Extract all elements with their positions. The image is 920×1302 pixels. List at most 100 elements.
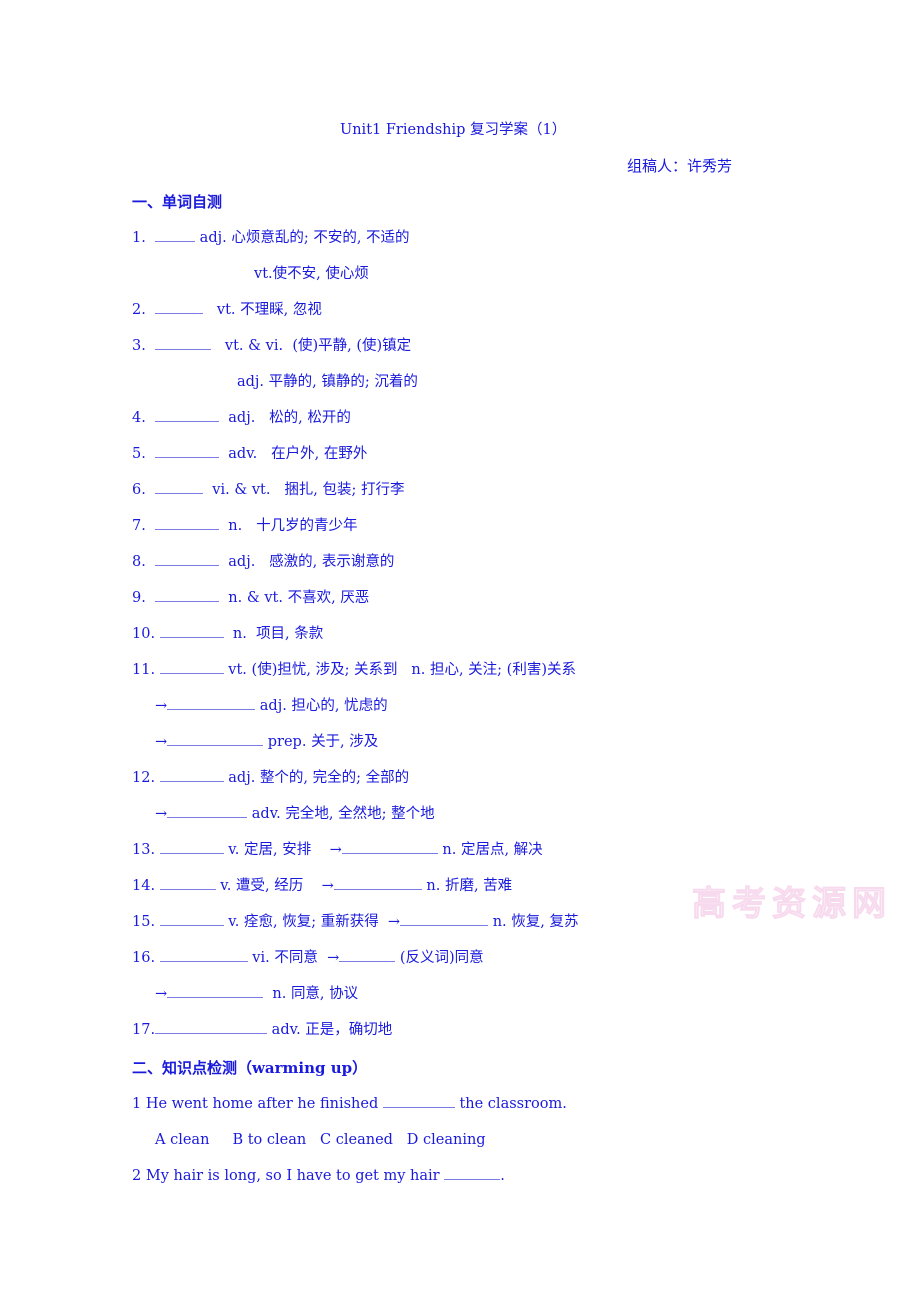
author-line: 组稿人：许秀芳 [627, 157, 733, 175]
answer-blank[interactable] [155, 444, 220, 458]
part-of-speech: v. [228, 914, 240, 930]
answer-blank[interactable] [400, 912, 489, 926]
answer-blank[interactable] [167, 804, 248, 818]
answer-blank[interactable] [155, 300, 204, 314]
answer-blank[interactable] [159, 876, 216, 890]
part-of-speech: adj. [228, 770, 256, 786]
vocab-item-11-derived-1: → adj. 担心的, 忧虑的 [155, 696, 388, 716]
answer-blank[interactable] [155, 228, 196, 242]
answer-blank[interactable] [341, 840, 438, 854]
option-b[interactable]: B to clean [232, 1132, 306, 1148]
meaning: 心烦意乱的; 不安的, 不适的 [231, 230, 410, 246]
answer-blank[interactable] [159, 624, 224, 638]
vocab-item-16: 16. vi. 不同意 → (反义词)同意 [132, 948, 484, 968]
answer-blank[interactable] [155, 480, 204, 494]
document-title: Unit1 Friendship 复习学案（1） [340, 122, 567, 138]
vocab-item-1: 1. adj. 心烦意乱的; 不安的, 不适的 [132, 228, 410, 248]
vocab-item-11-derived-2: → prep. 关于, 涉及 [155, 732, 378, 752]
part-of-speech: vi. & vt. [212, 482, 271, 498]
vocab-item-3-sub: adj. 平静的, 镇静的; 沉着的 [237, 374, 418, 390]
answer-blank[interactable] [155, 588, 220, 602]
section-heading-vocabulary: 一、单词自测 [132, 193, 223, 211]
question-2: 2 My hair is long, so I have to get my h… [132, 1166, 505, 1186]
answer-blank[interactable] [167, 984, 264, 998]
vocab-item-14: 14. v. 遭受, 经历 → n. 折磨, 苦难 [132, 876, 512, 896]
answer-blank[interactable] [444, 1166, 501, 1180]
answer-blank[interactable] [155, 408, 220, 422]
meaning: 正是，确切地 [305, 1022, 393, 1038]
question-1: 1 He went home after he finished the cla… [132, 1094, 567, 1114]
vocab-item-6: 6. vi. & vt. 捆扎, 包装; 打行李 [132, 480, 405, 500]
answer-blank[interactable] [167, 732, 264, 746]
answer-blank[interactable] [333, 876, 422, 890]
vocab-item-10: 10. n. 项目, 条款 [132, 624, 323, 644]
part-of-speech: n. [426, 878, 441, 894]
part-of-speech: n. & vt. [228, 590, 283, 606]
meaning: 不同意 [274, 950, 318, 966]
vocab-item-16-derived-1: → n. 同意, 协议 [155, 984, 358, 1004]
meaning: 痊愈, 恢复; 重新获得 [243, 914, 379, 930]
answer-blank[interactable] [155, 1020, 268, 1034]
answer-blank[interactable] [382, 1094, 455, 1108]
meaning: 折磨, 苦难 [444, 878, 513, 894]
item-number: 16. [132, 950, 156, 966]
section-heading-knowledge-check: 二、知识点检测（warming up） [132, 1059, 368, 1077]
part-of-speech: adj. [228, 554, 256, 570]
item-number: 8. [132, 554, 146, 570]
part-of-speech: adv. [271, 1022, 301, 1038]
part-of-speech: v. [228, 842, 240, 858]
meaning: 感激的, 表示谢意的 [269, 554, 395, 570]
part-of-speech: adv. [228, 446, 258, 462]
option-c[interactable]: C cleaned [320, 1132, 393, 1148]
question-text: He went home after he finished [145, 1096, 379, 1112]
item-number: 12. [132, 770, 156, 786]
meaning: 恢复, 复苏 [511, 914, 579, 930]
meaning: (使)平静, (使)镇定 [292, 338, 412, 354]
vocab-item-9: 9. n. & vt. 不喜欢, 厌恶 [132, 588, 369, 608]
arrow-icon: → [155, 734, 168, 750]
part-of-speech: n. [442, 842, 457, 858]
answer-blank[interactable] [159, 948, 248, 962]
part-of-speech: n. [272, 986, 287, 1002]
meaning: 松的, 松开的 [269, 410, 351, 426]
arrow-icon: → [387, 914, 401, 930]
meaning: 不喜欢, 厌恶 [287, 590, 370, 606]
item-number: 6. [132, 482, 146, 498]
vocab-item-13: 13. v. 定居, 安排 → n. 定居点, 解决 [132, 840, 543, 860]
item-number: 1. [132, 230, 146, 246]
part-of-speech: vt. [216, 302, 236, 318]
answer-blank[interactable] [339, 948, 396, 962]
answer-blank[interactable] [159, 768, 224, 782]
vocab-item-17: 17. adv. 正是，确切地 [132, 1020, 392, 1040]
answer-blank[interactable] [155, 552, 220, 566]
answer-blank[interactable] [159, 912, 224, 926]
answer-blank[interactable] [159, 840, 224, 854]
meaning: 不理睬, 忽视 [240, 302, 322, 318]
item-number: 2. [132, 302, 146, 318]
question-number: 1 [132, 1096, 142, 1112]
meaning: 项目, 条款 [256, 626, 324, 642]
part-of-speech: adj. [199, 230, 227, 246]
arrow-icon: → [155, 698, 168, 714]
vocab-item-15: 15. v. 痊愈, 恢复; 重新获得 → n. 恢复, 复苏 [132, 912, 578, 932]
meaning: 定居点, 解决 [460, 842, 543, 858]
part-of-speech: n. [492, 914, 507, 930]
question-1-options: A clean B to clean C cleaned D cleaning [155, 1130, 486, 1150]
question-text: . [500, 1168, 505, 1184]
option-a[interactable]: A clean [155, 1132, 209, 1148]
meaning: 定居, 安排 [243, 842, 312, 858]
part-of-speech: vt. & vi. [224, 338, 284, 354]
meaning: 整个的, 完全的; 全部的 [259, 770, 410, 786]
meaning: 担心的, 忧虑的 [291, 698, 388, 714]
item-number: 4. [132, 410, 146, 426]
answer-blank[interactable] [155, 516, 220, 530]
option-d[interactable]: D cleaning [407, 1132, 486, 1148]
question-text: the classroom. [459, 1096, 567, 1112]
part-of-speech: n. [411, 662, 426, 678]
part-of-speech: v. [220, 878, 232, 894]
part-of-speech: n. [228, 518, 243, 534]
answer-blank[interactable] [155, 336, 212, 350]
answer-blank[interactable] [159, 660, 224, 674]
item-number: 5. [132, 446, 146, 462]
answer-blank[interactable] [167, 696, 256, 710]
